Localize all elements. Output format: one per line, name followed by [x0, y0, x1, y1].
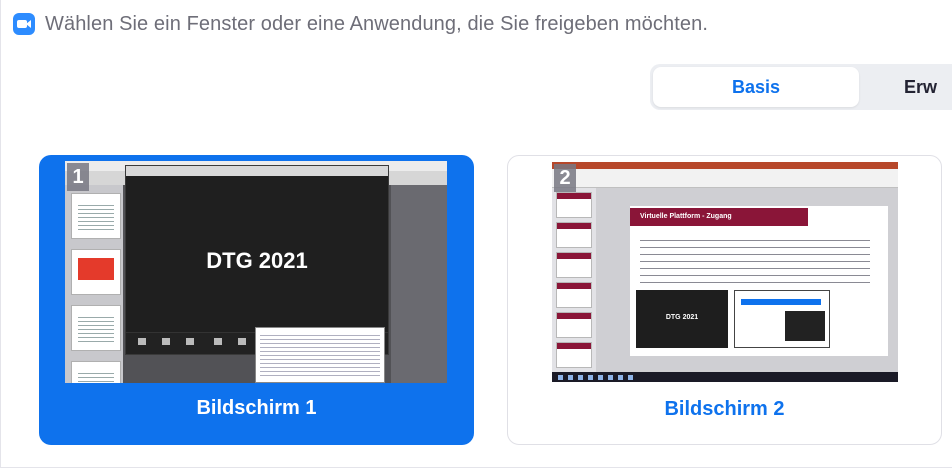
screen-1-preview-text: DTG 2021	[206, 248, 308, 273]
screen-2-label: Bildschirm 2	[664, 398, 785, 420]
screen-option-1[interactable]: DTG 2021 1 Bildschirm 1	[39, 155, 474, 445]
screen-1-number-badge: 1	[67, 163, 89, 191]
share-mode-tabs: Basis Erw	[650, 64, 952, 110]
screen-option-2[interactable]: Virtuelle Plattform - Zugang DTG 2021 2	[507, 155, 942, 445]
screen-1-label: Bildschirm 1	[196, 397, 317, 419]
tab-erweitert[interactable]: Erw	[862, 67, 952, 107]
dialog-header: Wählen Sie ein Fenster oder eine Anwendu…	[13, 8, 708, 40]
zoom-camera-icon	[13, 13, 35, 35]
tab-basis[interactable]: Basis	[653, 67, 859, 107]
screen-2-thumbnail: Virtuelle Plattform - Zugang DTG 2021 2	[552, 162, 898, 382]
share-screen-dialog: Wählen Sie ein Fenster oder eine Anwendu…	[0, 0, 952, 468]
screen-2-number-badge: 2	[554, 164, 576, 192]
screen-2-preview-text: DTG 2021	[665, 314, 699, 321]
screen-1-thumbnail: DTG 2021 1	[65, 161, 447, 383]
screen-2-preview-heading: Virtuelle Plattform - Zugang	[640, 213, 732, 220]
dialog-title: Wählen Sie ein Fenster oder eine Anwendu…	[45, 12, 708, 35]
